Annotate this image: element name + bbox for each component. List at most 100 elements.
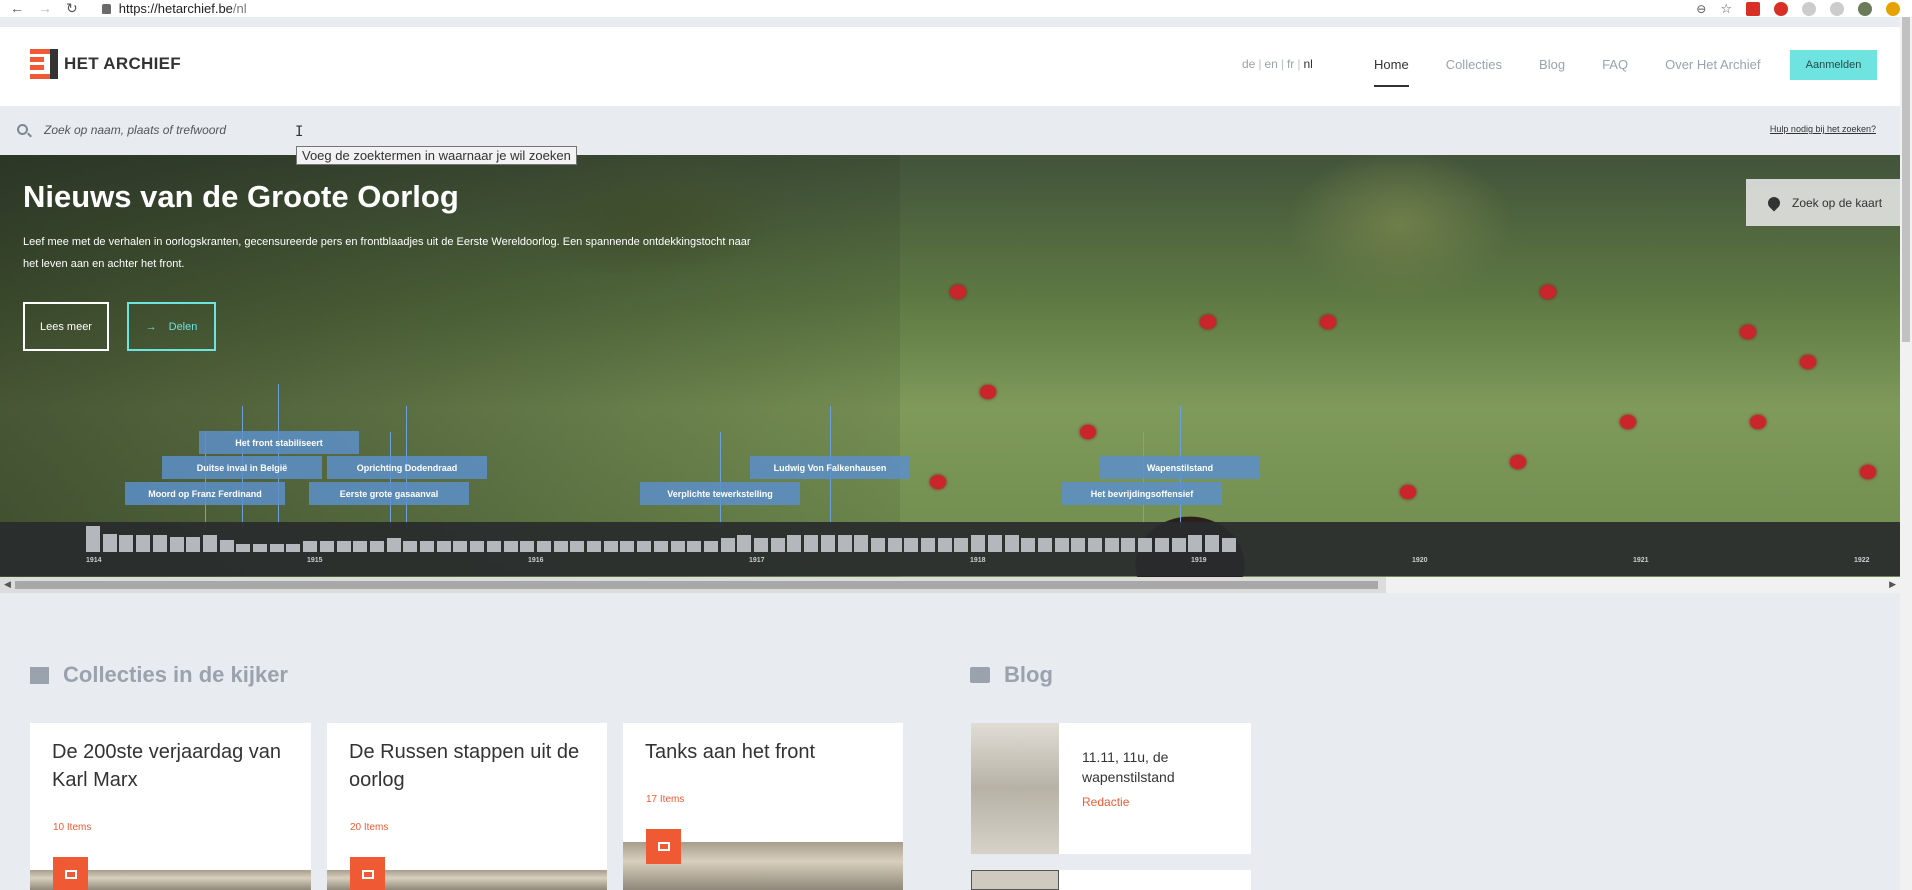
timeline-bar[interactable] [1104,538,1119,552]
lang-de[interactable]: de [1242,57,1255,71]
page-scrollbar[interactable] [1900,17,1912,890]
timeline-bar[interactable] [553,541,568,552]
timeline-bar[interactable] [637,541,652,552]
timeline-bar[interactable] [403,541,418,552]
lang-en[interactable]: en [1264,57,1277,71]
timeline-bar[interactable] [954,538,969,552]
back-icon[interactable]: ← [10,0,24,17]
timeline-bar[interactable] [1054,538,1069,552]
share-button[interactable]: → Delen [127,302,216,351]
collection-card[interactable]: De 200ste verjaardag van Karl Marx 10 It… [30,723,311,890]
nav-home[interactable]: Home [1374,57,1409,87]
lang-nl[interactable]: nl [1303,57,1312,71]
blog-card[interactable]: 11.11, 11u, de wapenstilstand Redactie [971,723,1251,854]
timeline-bar[interactable] [937,538,952,552]
timeline-bar[interactable] [1138,538,1153,552]
collection-card[interactable]: De Russen stappen uit de oorlog 20 Items [327,723,607,890]
timeline-bar[interactable] [653,541,668,552]
timeline-bar[interactable] [420,541,434,552]
search-input[interactable] [44,120,544,140]
avatar[interactable] [1858,1,1872,16]
timeline-bar[interactable] [386,538,401,552]
timeline-bar[interactable] [202,535,217,552]
address-bar[interactable]: https://hetarchief.be/nl [101,1,247,16]
scroll-right-icon[interactable]: ▶ [1889,579,1896,590]
timeline-bar[interactable] [303,541,318,552]
timeline-bar[interactable] [336,541,351,552]
login-button[interactable]: Aanmelden [1790,50,1877,80]
timeline-bar[interactable] [1088,538,1102,552]
timeline-bar[interactable] [536,541,551,552]
map-search-button[interactable]: Zoek op de kaart [1746,179,1900,226]
extension-icon[interactable] [1774,1,1788,16]
timeline-bar[interactable] [369,541,384,552]
timeline-bar[interactable] [1188,535,1203,552]
timeline-bar[interactable] [470,541,485,552]
timeline-bar[interactable] [854,535,869,552]
nav-over[interactable]: Over Het Archief [1665,57,1760,72]
timeline-bar[interactable] [570,541,585,552]
read-more-button[interactable]: Lees meer [23,302,109,351]
timeline-bar[interactable] [1171,538,1186,552]
collection-card[interactable]: Tanks aan het front 17 Items [623,723,903,890]
timeline-bar[interactable] [921,538,935,552]
timeline-bar[interactable] [737,535,752,552]
timeline-bar[interactable] [687,541,702,552]
search-help-link[interactable]: Hulp nodig bij het zoeken? [1770,124,1876,134]
timeline-bar[interactable] [453,541,468,552]
extension-icon[interactable] [1802,1,1816,16]
timeline-bar[interactable] [1221,538,1236,552]
timeline-bar[interactable] [1004,535,1019,552]
zoom-icon[interactable]: ⊖ [1696,2,1706,16]
reload-icon[interactable]: ↻ [66,0,78,17]
timeline-bar[interactable] [770,538,785,552]
timeline-scrollbar[interactable]: ◀ ▶ [0,577,1900,593]
nav-collecties[interactable]: Collecties [1446,57,1502,72]
timeline-bar[interactable] [486,541,501,552]
timeline-event[interactable]: Wapenstilstand [1100,456,1260,479]
nav-blog[interactable]: Blog [1539,57,1565,72]
timeline-bar[interactable] [319,541,334,552]
timeline-bar[interactable] [102,534,117,552]
timeline-bar[interactable] [353,541,368,552]
timeline-bar[interactable] [1021,538,1036,552]
timeline-bar[interactable] [236,544,251,552]
bookmark-star-icon[interactable]: ☆ [1720,1,1732,17]
timeline-bar[interactable] [720,538,735,552]
timeline-bar[interactable] [1037,538,1052,552]
timeline-event[interactable]: Duitse inval in België [162,456,322,479]
blog-card[interactable] [971,870,1251,890]
timeline-bar[interactable] [136,535,151,552]
scrollbar-thumb[interactable] [15,581,1378,589]
timeline-event[interactable]: Eerste grote gasaanval [309,482,469,505]
timeline-bar[interactable] [286,544,301,552]
timeline-bar[interactable] [1071,538,1086,552]
timeline-bar[interactable] [820,535,835,552]
timeline-bar[interactable] [253,544,267,552]
timeline-bar[interactable] [152,535,167,552]
timeline-event[interactable]: Oprichting Dodendraad [327,456,487,479]
timeline-bar[interactable] [169,537,184,552]
timeline-bar[interactable] [904,538,919,552]
timeline-bar[interactable] [503,541,518,552]
timeline-bar[interactable] [520,541,535,552]
timeline-bar[interactable] [703,541,718,552]
timeline-event[interactable]: Ludwig Von Falkenhausen [750,456,910,479]
timeline-bar[interactable] [837,535,852,552]
timeline-event[interactable]: Moord op Franz Ferdinand [125,482,285,505]
update-icon[interactable] [1886,1,1900,16]
extension-icon[interactable] [1746,1,1760,16]
timeline-bar[interactable] [119,535,134,552]
logo[interactable]: HET ARCHIEF [30,49,181,79]
timeline-event[interactable]: Het bevrijdingsoffensief [1062,482,1222,505]
timeline-bar[interactable] [620,541,635,552]
scrollbar-thumb[interactable] [1902,17,1910,342]
scroll-left-icon[interactable]: ◀ [4,579,11,590]
timeline-event[interactable]: Het front stabiliseert [199,431,359,454]
timeline-bar[interactable] [219,540,234,552]
timeline-bar[interactable] [987,535,1002,552]
forward-icon[interactable]: → [38,0,52,17]
timeline-bar[interactable] [870,538,885,552]
timeline-bar[interactable] [1204,535,1219,552]
timeline-bar[interactable] [887,538,902,552]
